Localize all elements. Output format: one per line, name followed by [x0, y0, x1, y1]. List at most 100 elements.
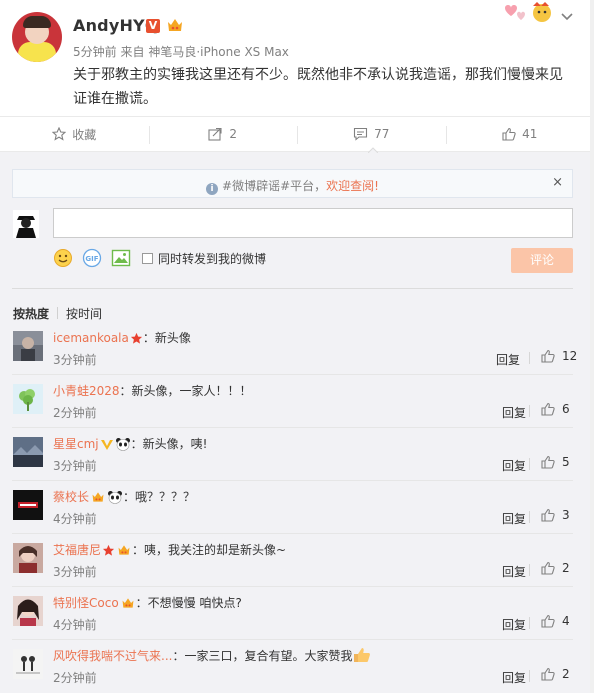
comment-like-button[interactable]: 12 — [541, 349, 577, 363]
comment-like-button[interactable]: 5 — [541, 455, 570, 469]
commenter-name[interactable]: 小青蛙2028 — [53, 384, 120, 398]
star-badge-icon[interactable] — [102, 544, 115, 557]
like-button[interactable]: 41 — [445, 117, 594, 151]
comment-like-count: 2 — [562, 561, 570, 575]
member-crown-icon[interactable] — [120, 596, 136, 610]
repost-icon — [208, 127, 222, 141]
rumor-notice-banner: i #微博辟谣#平台，欢迎查阅! × — [12, 169, 573, 198]
comment-row: 艾福唐尼 ：咦，我关注的却是新头像~ 3分钟前 回复 2 — [0, 534, 594, 587]
comment-row: 小青蛙2028：新头像，一家人！！！ 2分钟前 回复 6 — [0, 375, 594, 428]
comment-like-button[interactable]: 2 — [541, 561, 570, 575]
star-badge-icon[interactable] — [130, 332, 143, 345]
like-count: 41 — [522, 127, 538, 141]
comment-icon — [354, 127, 368, 141]
repost-checkbox[interactable] — [142, 252, 153, 264]
comment-like-button[interactable]: 2 — [541, 667, 570, 681]
composer-tools: GIF 同时转发到我的微博 — [53, 248, 266, 268]
thumbs-up-icon — [541, 349, 555, 363]
panda-emoji-icon — [115, 438, 130, 451]
reply-button[interactable]: 回复 — [502, 563, 526, 580]
post-source[interactable]: 神笔马良·iPhone XS Max — [148, 45, 289, 59]
comment-time: 2分钟前 — [53, 671, 97, 685]
comment-like-count: 3 — [562, 508, 570, 522]
comment-row: 风吹得我喘不过气来...：一家三口，复合有望。大家赞我 2分钟前 回复 2 — [0, 640, 594, 693]
post-time[interactable]: 5分钟前 — [73, 45, 117, 59]
comment-like-button[interactable]: 6 — [541, 402, 570, 416]
reply-button[interactable]: 回复 — [502, 616, 526, 633]
member-crown-icon[interactable] — [116, 543, 132, 557]
thumbs-up-icon — [541, 455, 555, 469]
svg-text:GIF: GIF — [85, 255, 98, 263]
thumbs-up-icon — [541, 402, 555, 416]
close-icon[interactable]: × — [552, 175, 563, 190]
reply-button[interactable]: 回复 — [496, 351, 520, 368]
sort-by-time-tab[interactable]: 按时间 — [66, 305, 102, 322]
thumbs-up-icon — [541, 561, 555, 575]
reply-button[interactable]: 回复 — [502, 510, 526, 527]
comment-like-button[interactable]: 3 — [541, 508, 570, 522]
comment-like-count: 4 — [562, 614, 570, 628]
member-crown-icon[interactable] — [90, 490, 106, 504]
comment-time: 3分钟前 — [53, 459, 97, 473]
commenter-avatar[interactable] — [13, 490, 43, 520]
comment-text: ：新头像 — [142, 331, 191, 345]
commenter-avatar[interactable] — [13, 596, 43, 626]
chevron-down-icon[interactable] — [560, 10, 574, 24]
comment-text: ：哦？？？？ — [123, 490, 196, 504]
panda-emoji-icon — [108, 491, 123, 504]
comment-like-count: 2 — [562, 667, 570, 681]
thumbs-up-icon — [502, 127, 516, 141]
reply-button[interactable]: 回复 — [502, 457, 526, 474]
commenter-avatar[interactable] — [13, 384, 43, 414]
comment-like-button[interactable]: 4 — [541, 614, 570, 628]
favorite-button[interactable]: 收藏 — [0, 117, 149, 151]
commenter-avatar[interactable] — [13, 331, 43, 361]
comment-text: ：不想慢慢 咱快点? — [135, 596, 242, 610]
thumbs-up-icon — [541, 508, 555, 522]
comment-time: 3分钟前 — [53, 565, 97, 579]
commenter-name[interactable]: 风吹得我喘不过气来... — [53, 649, 172, 663]
gif-icon[interactable]: GIF — [82, 248, 102, 268]
comment-sort: 按热度 按时间 — [13, 305, 102, 322]
comment-text: ：新头像，一家人！！！ — [119, 384, 252, 398]
notice-text[interactable]: #微博辟谣#平台， — [222, 179, 326, 193]
comment-button[interactable]: 77 — [297, 117, 446, 151]
commenter-name[interactable]: 艾福唐尼 — [53, 543, 101, 557]
comment-input[interactable] — [53, 208, 573, 238]
notice-link[interactable]: 欢迎查阅! — [326, 179, 379, 193]
thumbs-up-emoji-icon — [354, 648, 371, 662]
post-meta: 5分钟前 来自 神笔马良·iPhone XS Max — [73, 43, 289, 60]
submit-comment-button[interactable]: 评论 — [511, 248, 573, 273]
comment-text: ：咦，我关注的却是新头像~ — [132, 543, 287, 557]
commenter-name[interactable]: icemankoala — [53, 331, 129, 345]
comment-time: 2分钟前 — [53, 406, 97, 420]
commenter-name[interactable]: 特别怪Coco — [53, 596, 119, 610]
thumbs-up-icon — [541, 614, 555, 628]
favorite-label: 收藏 — [72, 127, 97, 142]
star-icon — [52, 127, 67, 141]
repost-button[interactable]: 2 — [148, 117, 298, 151]
commenter-name[interactable]: 星星cmj — [53, 437, 99, 451]
reply-button[interactable]: 回复 — [502, 404, 526, 421]
commenter-avatar[interactable] — [13, 649, 43, 679]
repost-checkbox-label[interactable]: 同时转发到我的微博 — [158, 250, 266, 267]
post-text: 关于邪教主的实锤我这里还有不少。既然他非不承认说我造谣，那我们慢慢来见证谁在撒谎… — [73, 67, 563, 107]
member-crown-icon[interactable] — [166, 16, 184, 34]
author-avatar[interactable] — [12, 12, 62, 62]
my-avatar[interactable] — [13, 210, 39, 238]
sort-by-hot-tab[interactable]: 按热度 — [13, 305, 49, 322]
reply-button[interactable]: 回复 — [502, 669, 526, 686]
commenter-avatar[interactable] — [13, 543, 43, 573]
scrollbar[interactable] — [590, 0, 594, 693]
active-tab-caret — [368, 147, 378, 153]
commenter-name[interactable]: 蔡校长 — [53, 490, 89, 504]
comment-like-count: 6 — [562, 402, 570, 416]
emoji-icon[interactable] — [53, 248, 73, 268]
divider — [12, 288, 573, 289]
comment-text: ：新头像，咦! — [130, 437, 208, 451]
verified-v-icon[interactable] — [100, 438, 114, 451]
comment-row: 蔡校长 ：哦？？？？ 4分钟前 回复 3 — [0, 481, 594, 534]
image-icon[interactable] — [111, 248, 131, 268]
verified-v-badge[interactable]: V — [146, 19, 160, 33]
commenter-avatar[interactable] — [13, 437, 43, 467]
